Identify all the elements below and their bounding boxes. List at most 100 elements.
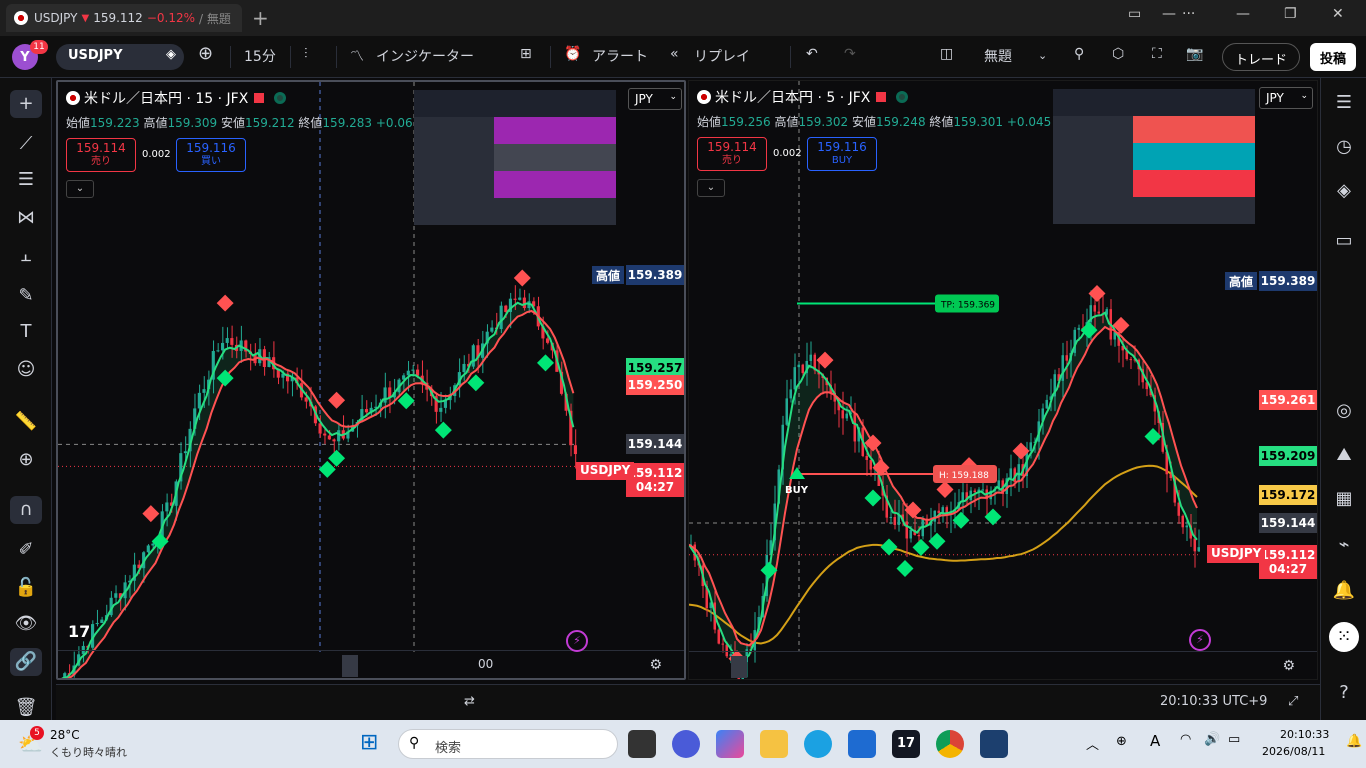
alerts-clock-icon[interactable]: ◷ xyxy=(1329,132,1359,162)
camera-icon[interactable]: 📷 xyxy=(1186,46,1203,62)
store-icon[interactable] xyxy=(848,730,876,758)
settings-gear-icon[interactable]: ⚙ xyxy=(649,657,662,673)
network-icon[interactable]: ⊕ xyxy=(1116,734,1127,749)
price-axis[interactable]: 159.389 159.257 159.250 159.144 159.112 04:27 xyxy=(624,82,684,654)
windows-start-icon[interactable]: ⊞ xyxy=(360,730,386,756)
trade-button[interactable]: トレード xyxy=(1222,43,1301,71)
diamond-icon[interactable]: ◈ xyxy=(166,47,176,62)
compare-plus-icon[interactable]: ⊕ xyxy=(198,43,213,64)
alert-button[interactable]: アラート xyxy=(592,46,648,66)
ime-icon[interactable]: A xyxy=(1150,732,1160,750)
layout-name[interactable]: 無題 xyxy=(984,46,1012,66)
new-tab-icon[interactable]: + xyxy=(252,6,269,30)
interval-button[interactable]: 15分 xyxy=(244,46,276,66)
chevron-down-icon[interactable]: ⌄ xyxy=(1038,49,1047,62)
replay-icon[interactable]: « xyxy=(670,46,679,62)
radar-icon[interactable]: ◎ xyxy=(1329,396,1359,426)
taskbar-search[interactable]: ⚲ 検索 xyxy=(398,729,618,759)
apps-grid-icon[interactable]: ⁙ xyxy=(1329,622,1359,652)
minimize-tab-icon[interactable]: — xyxy=(1162,6,1176,22)
candle-type-icon[interactable]: ⫶ xyxy=(304,46,308,62)
chat-icon[interactable]: ▭ xyxy=(1329,226,1359,256)
taskbar-date[interactable]: 2026/08/11 xyxy=(1262,745,1325,758)
chevron-up-icon[interactable]: ︿ xyxy=(1086,734,1099,753)
zoom-icon[interactable]: ⊕ xyxy=(10,446,42,474)
indicators-button[interactable]: インジケーター xyxy=(376,46,474,66)
link-icon[interactable]: 🔗 xyxy=(10,648,42,676)
undo-icon[interactable]: ↶ xyxy=(806,46,818,62)
close-icon[interactable]: ✕ xyxy=(1332,6,1344,22)
help-icon[interactable]: ? xyxy=(1329,678,1359,708)
eye-icon[interactable]: 👁 xyxy=(10,610,42,638)
expand-icon[interactable]: ⤢ xyxy=(1288,694,1298,709)
broadcast-icon[interactable]: ⌁ xyxy=(1329,530,1359,560)
time-axis[interactable]: ⚙ xyxy=(689,651,1317,679)
lock-drawing-icon[interactable]: ✐ xyxy=(10,536,42,564)
settings-gear-icon[interactable]: ⚙ xyxy=(1282,658,1295,674)
ideas-icon[interactable]: ⛰ xyxy=(1329,440,1359,470)
text-icon[interactable]: T xyxy=(10,318,42,346)
buy-button[interactable]: 159.116 BUY xyxy=(807,137,877,171)
flag-icon[interactable] xyxy=(876,92,887,102)
watchlist-icon[interactable]: ☰ xyxy=(1329,88,1359,118)
lightning-icon[interactable]: ⚡ xyxy=(1189,629,1211,651)
chart-pane-5m[interactable]: TP: 159.369 H: 159.188 BUY 米ドル／日本円 · 5 · J… xyxy=(688,80,1318,680)
lightning-icon[interactable]: ⚡ xyxy=(566,630,588,652)
copilot-icon[interactable] xyxy=(716,730,744,758)
indicators-icon[interactable]: 〽 xyxy=(350,46,364,66)
publish-button[interactable]: 投稿 xyxy=(1310,43,1357,71)
chart-pane-15m[interactable]: 米ドル／日本円 · 15 · JFX 始値159.223 高値159.309 安… xyxy=(56,80,686,680)
redo-icon[interactable]: ↷ xyxy=(844,46,856,62)
app-icon[interactable] xyxy=(980,730,1008,758)
fullscreen-icon[interactable]: ⛶ xyxy=(1152,46,1162,62)
pattern-icon[interactable]: ⋈ xyxy=(10,204,42,232)
battery-icon[interactable]: ▭ xyxy=(1228,732,1240,747)
clock[interactable]: 20:10:33 UTC+9 xyxy=(1160,694,1267,709)
forecast-icon[interactable]: ⫠ xyxy=(10,242,42,270)
volume-icon[interactable]: 🔊 xyxy=(1204,732,1220,747)
buy-button[interactable]: 159.116 買い xyxy=(176,138,246,172)
calendar-icon[interactable]: ▦ xyxy=(1329,484,1359,514)
sell-button[interactable]: 159.114 売り xyxy=(697,137,767,171)
replay-button[interactable]: リプレイ xyxy=(694,46,750,66)
quick-search-icon[interactable]: ⚲ xyxy=(1074,46,1084,62)
alarm-icon[interactable]: ⏰ xyxy=(564,46,581,62)
magnet-icon[interactable]: ∩ xyxy=(10,496,42,524)
tradingview-icon[interactable]: 17 xyxy=(892,730,920,758)
task-view-icon[interactable] xyxy=(628,730,656,758)
ruler-icon[interactable]: 📏 xyxy=(10,408,42,436)
notification-icon[interactable]: 🔔 xyxy=(1346,734,1362,749)
edge-icon[interactable] xyxy=(804,730,832,758)
fib-icon[interactable]: ☰ xyxy=(10,166,42,194)
layout-grid-icon[interactable]: ⊞ xyxy=(520,46,532,62)
restore-icon[interactable]: ❐ xyxy=(1284,6,1297,22)
monitor-icon[interactable]: ▭ xyxy=(1128,6,1141,22)
symbol-search-button[interactable]: USDJPY ◈ xyxy=(56,44,184,70)
settings-icon[interactable]: ⬡ xyxy=(1112,46,1124,62)
sell-button[interactable]: 159.114 売り xyxy=(66,138,136,172)
flag-icon[interactable] xyxy=(254,93,265,103)
time-axis[interactable]: ⚙ 00 xyxy=(58,650,684,678)
emoji-icon[interactable]: ☺ xyxy=(10,356,42,384)
lock-icon[interactable]: 🔓 xyxy=(10,574,42,602)
collapse-legend-icon[interactable]: ⌄ xyxy=(66,180,94,198)
trendline-icon[interactable]: ⟋ xyxy=(10,130,42,158)
tradingview-logo[interactable]: 17 xyxy=(68,622,90,641)
taskbar-time[interactable]: 20:10:33 xyxy=(1280,728,1329,741)
minimize-icon[interactable]: — xyxy=(1236,6,1250,22)
teams-icon[interactable] xyxy=(672,730,700,758)
bell-icon[interactable]: 🔔 xyxy=(1329,576,1359,606)
more-icon[interactable]: ··· xyxy=(1182,6,1195,22)
layers-icon[interactable]: ◈ xyxy=(1329,176,1359,206)
browser-tab[interactable]: USDJPY ▼ 159.112 −0.12% / 無題 xyxy=(6,4,242,32)
wifi-icon[interactable]: ◠ xyxy=(1180,732,1191,747)
trash-icon[interactable]: 🗑 xyxy=(10,694,42,722)
split-layout-icon[interactable]: ◫ xyxy=(940,46,953,62)
collapse-legend-icon[interactable]: ⌄ xyxy=(697,179,725,197)
brush-icon[interactable]: ✎ xyxy=(10,282,42,310)
crosshair-icon[interactable]: + xyxy=(10,90,42,118)
file-explorer-icon[interactable] xyxy=(760,730,788,758)
date-range-icon[interactable]: ⇄ xyxy=(464,694,475,709)
chrome-icon[interactable] xyxy=(936,730,964,758)
price-axis[interactable]: 159.389 159.261 159.209 159.172 159.144 159.1… xyxy=(1257,81,1317,653)
